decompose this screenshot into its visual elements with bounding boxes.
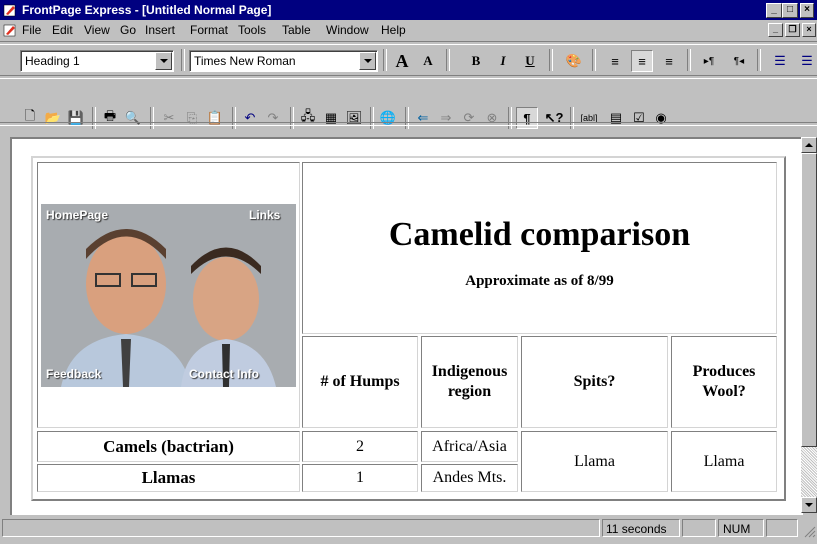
- title-bar: FrontPage Express - [Untitled Normal Pag…: [0, 0, 817, 20]
- separator: [181, 49, 185, 71]
- wool-cell[interactable]: Llama: [671, 431, 777, 492]
- minimize-button[interactable]: _: [766, 3, 782, 18]
- menu-format[interactable]: Format: [190, 23, 228, 37]
- row-humps-camels[interactable]: 2: [302, 431, 418, 462]
- navigation-photo[interactable]: HomePage Links Feedback Contact Info: [41, 204, 296, 387]
- format-toolbar: Heading 1 Times New Roman A A B I U 🎨 ≡ …: [0, 44, 817, 74]
- menu-file[interactable]: File: [22, 23, 41, 37]
- align-center-icon[interactable]: ≡: [631, 50, 653, 72]
- menu-help[interactable]: Help: [381, 23, 406, 37]
- text-color-icon[interactable]: 🎨: [563, 50, 585, 72]
- menu-edit[interactable]: Edit: [52, 23, 73, 37]
- photo-image: [41, 204, 296, 387]
- increase-text-size-icon[interactable]: A: [391, 50, 413, 72]
- frontpage-app-icon[interactable]: [3, 3, 17, 17]
- style-select[interactable]: Heading 1: [20, 50, 174, 72]
- align-left-icon[interactable]: ≡: [604, 50, 626, 72]
- scroll-down-icon: [805, 503, 813, 507]
- status-empty-panel-2: [766, 519, 798, 537]
- page-heading: Camelid comparison: [388, 215, 691, 253]
- style-dropdown-arrow[interactable]: [155, 52, 172, 70]
- close-button[interactable]: ×: [800, 3, 814, 18]
- mdi-minimize-button[interactable]: _: [768, 23, 783, 37]
- column-header-wool[interactable]: Produces Wool?: [671, 336, 777, 428]
- scroll-up-icon: [805, 143, 813, 147]
- decrease-text-size-icon[interactable]: A: [417, 50, 439, 72]
- menu-table[interactable]: Table: [282, 23, 311, 37]
- photo-hotspot-links[interactable]: Links: [249, 208, 280, 222]
- status-bar: 11 seconds NUM: [0, 516, 817, 544]
- spits-cell[interactable]: Llama: [521, 431, 668, 492]
- menu-tools[interactable]: Tools: [238, 23, 266, 37]
- mdi-close-button[interactable]: ×: [802, 23, 816, 37]
- scroll-up-button[interactable]: [801, 137, 817, 153]
- toolbar-divider: [0, 122, 817, 126]
- menu-bar: File Edit View Go Insert Format Tools Ta…: [0, 20, 817, 40]
- window-title: FrontPage Express - [Untitled Normal Pag…: [22, 3, 272, 17]
- numbered-list-icon[interactable]: ☰: [769, 50, 791, 72]
- align-right-icon[interactable]: ≡: [658, 50, 680, 72]
- scroll-down-button[interactable]: [801, 497, 817, 513]
- row-region-camels[interactable]: Africa/Asia: [421, 431, 518, 462]
- underline-icon[interactable]: U: [519, 50, 541, 72]
- row-region-llamas[interactable]: Andes Mts.: [421, 464, 518, 492]
- row-name-camels[interactable]: Camels (bactrian): [37, 431, 300, 462]
- separator: [592, 49, 596, 71]
- column-header-region[interactable]: Indigenous region: [421, 336, 518, 428]
- mdi-restore-button[interactable]: ❐: [785, 23, 800, 37]
- row-humps-llamas[interactable]: 1: [302, 464, 418, 492]
- style-select-value: Heading 1: [25, 54, 80, 68]
- menu-go[interactable]: Go: [120, 23, 136, 37]
- column-header-spits[interactable]: Spits?: [521, 336, 668, 428]
- status-load-time: 11 seconds: [602, 519, 680, 537]
- document-icon[interactable]: [3, 23, 17, 37]
- menu-window[interactable]: Window: [326, 23, 369, 37]
- rtl-icon[interactable]: ¶◂: [728, 50, 750, 72]
- menu-view[interactable]: View: [84, 23, 110, 37]
- resize-grip-icon[interactable]: [802, 524, 816, 538]
- column-header-humps[interactable]: # of Humps: [302, 336, 418, 428]
- standard-toolbar: 🗋 📂 💾 🖶 🔍 ✂ ⎘ 📋 ↶ ↷ 🖧 ▦ 🖼 🌐 ⇐ ⇒ ⟳ ⊗ ¶ ↖?…: [0, 78, 817, 129]
- page-subheading: Approximate as of 8/99: [465, 272, 614, 289]
- status-num-indicator: NUM: [718, 519, 764, 537]
- row-name-llamas[interactable]: Llamas: [37, 464, 300, 492]
- vertical-scrollbar[interactable]: [801, 137, 817, 513]
- menu-insert[interactable]: Insert: [145, 23, 175, 37]
- font-select[interactable]: Times New Roman: [189, 50, 378, 72]
- separator: [687, 49, 691, 71]
- font-select-value: Times New Roman: [194, 54, 296, 68]
- bulleted-list-icon[interactable]: ☰: [796, 50, 817, 72]
- separator: [383, 49, 387, 71]
- heading-cell[interactable]: Camelid comparison Approximate as of 8/9…: [302, 162, 777, 334]
- separator: [549, 49, 553, 71]
- bold-icon[interactable]: B: [465, 50, 487, 72]
- separator: [757, 49, 761, 71]
- font-dropdown-arrow[interactable]: [359, 52, 376, 70]
- ltr-icon[interactable]: ▸¶: [698, 50, 720, 72]
- maximize-button[interactable]: □: [782, 3, 798, 18]
- photo-hotspot-feedback[interactable]: Feedback: [46, 367, 101, 381]
- status-empty-panel: [682, 519, 716, 537]
- separator: [446, 49, 450, 71]
- scrollbar-thumb[interactable]: [801, 153, 817, 447]
- status-message-panel: [2, 519, 600, 537]
- italic-icon[interactable]: I: [492, 50, 514, 72]
- photo-hotspot-contact-info[interactable]: Contact Info: [189, 367, 259, 381]
- photo-hotspot-homepage[interactable]: HomePage: [46, 208, 108, 222]
